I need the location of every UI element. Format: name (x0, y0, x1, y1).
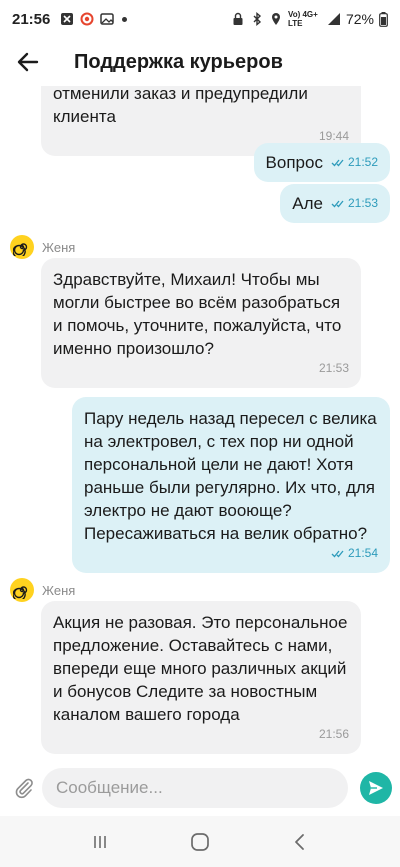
message-text: Пару недель назад пересел с велика на эл… (84, 409, 377, 543)
double-check-icon (331, 200, 344, 208)
battery-percent: 72% (345, 11, 374, 27)
message-sender: Женя (10, 578, 75, 602)
message-time: 21:52 (331, 151, 378, 174)
back-nav-button[interactable] (276, 822, 324, 862)
message-time-text: 21:52 (347, 155, 378, 169)
recent-apps-icon (94, 835, 106, 848)
record-notification-icon (80, 12, 94, 26)
page-title: Поддержка курьеров (74, 50, 283, 73)
message-text: Акция не разовая. Это персональное предл… (53, 613, 348, 724)
arrow-left-icon (17, 52, 39, 72)
message-time: 21:54 (331, 542, 378, 565)
status-left: 21:56 (12, 10, 128, 28)
back-button[interactable] (0, 38, 56, 86)
double-check-icon (331, 550, 344, 558)
lock-icon (233, 12, 243, 25)
battery-icon (379, 11, 388, 27)
paperclip-icon (15, 778, 33, 799)
message-bubble-outgoing[interactable]: Але 21:53 (280, 184, 390, 223)
gallery-notification-icon (100, 13, 115, 25)
message-sender: Женя (10, 235, 75, 259)
message-time-text: 21:56 (318, 727, 349, 741)
location-icon (271, 13, 280, 25)
message-input-wrapper (42, 768, 348, 808)
system-nav-bar (0, 816, 400, 867)
send-arrow-icon (369, 781, 383, 795)
message-list[interactable]: отменили заказ и предупредили клиента 19… (0, 86, 400, 760)
message-time-text: 21:53 (318, 361, 349, 375)
message-time: 21:53 (319, 357, 349, 380)
spiral-logo-icon (13, 586, 28, 599)
status-right: Vo) 4G+ LTE 72% (231, 10, 388, 28)
message-bubble-outgoing[interactable]: Вопрос 21:52 (253, 143, 390, 182)
message-text: Вопрос (265, 153, 323, 172)
send-button[interactable] (360, 772, 392, 804)
message-time: 21:56 (319, 723, 349, 746)
sender-name: Женя (42, 239, 76, 255)
message-time-text: 21:54 (347, 546, 378, 560)
avatar (10, 578, 34, 602)
recent-apps-button[interactable] (76, 822, 124, 862)
message-bubble-outgoing[interactable]: Пару недель назад пересел с велика на эл… (72, 397, 390, 573)
chat-header: Поддержка курьеров (0, 38, 400, 86)
sender-name: Женя (42, 582, 76, 598)
message-composer (0, 760, 400, 816)
home-icon (191, 832, 209, 851)
message-bubble-incoming[interactable]: Здравствуйте, Михаил! Чтобы мы могли быс… (41, 258, 361, 388)
message-text: отменили заказ и предупредили клиента (53, 86, 308, 126)
message-time-text: 21:53 (347, 196, 378, 210)
more-notifications-dot-icon (122, 16, 128, 22)
attach-button[interactable] (8, 768, 40, 808)
app-notification-icon (61, 13, 74, 25)
chevron-left-icon (295, 833, 304, 850)
signal-icon (327, 13, 340, 25)
message-text: Але (292, 194, 323, 213)
spiral-logo-icon (13, 243, 28, 256)
double-check-icon (331, 159, 344, 167)
message-bubble-incoming[interactable]: Акция не разовая. Это персональное предл… (41, 601, 361, 754)
status-time: 21:56 (12, 10, 51, 28)
network-label: Vo) 4G+ LTE (287, 10, 318, 28)
message-time: 21:53 (331, 192, 378, 215)
message-input[interactable] (56, 778, 334, 798)
avatar (10, 235, 34, 259)
bluetooth-icon (253, 12, 262, 26)
message-text: Здравствуйте, Михаил! Чтобы мы могли быс… (53, 270, 342, 358)
status-bar: 21:56 Vo) 4G+ LTE 72% (0, 0, 400, 38)
home-button[interactable] (176, 822, 224, 862)
